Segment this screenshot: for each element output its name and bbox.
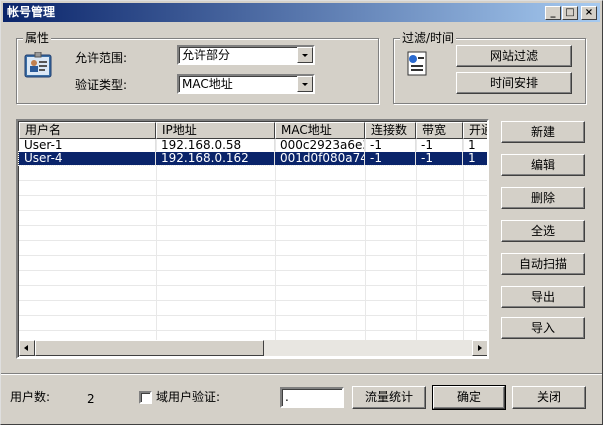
domain-auth-checkbox[interactable] [139, 391, 152, 404]
import-button[interactable]: 导入 [501, 317, 585, 339]
grid-line [19, 315, 487, 316]
grid-line [19, 165, 487, 166]
user-count-label: 用户数: [10, 390, 51, 404]
grid-line [19, 180, 487, 181]
grid-line [19, 210, 487, 211]
chevron-down-icon[interactable] [297, 47, 313, 63]
domain-auth-label: 域用户验证: [156, 390, 221, 404]
user-list[interactable]: 用户名 IP地址 MAC地址 连接数 带宽 开通 [16, 119, 489, 359]
auto-scan-button[interactable]: 自动扫描 [501, 253, 585, 275]
chevron-down-icon[interactable] [297, 76, 313, 92]
title-buttons: _ □ × [544, 6, 597, 20]
grid-line [19, 330, 487, 331]
grid-line [19, 240, 487, 241]
footer-separator [1, 373, 602, 375]
cell-ip: 192.168.0.58 [156, 139, 275, 152]
column-header-mac[interactable]: MAC地址 [275, 122, 365, 139]
scrollbar-thumb[interactable] [35, 340, 264, 356]
minimize-icon: _ [550, 7, 556, 18]
cell-enabled: 1 [463, 139, 487, 152]
grid-line [19, 195, 487, 196]
cell-username: User-4 [19, 152, 156, 165]
delete-button[interactable]: 删除 [501, 187, 585, 209]
cell-mac: 000c2923a6e3 [275, 139, 365, 152]
auth-type-select-value: MAC地址 [182, 77, 233, 91]
list-body: User-1 192.168.0.58 000c2923a6e3 -1 -1 1… [18, 139, 487, 342]
schedule-button[interactable]: 时间安排 [456, 72, 572, 94]
cell-mac: 001d0f080a74 [275, 152, 365, 165]
grid-line [19, 225, 487, 226]
auth-type-select[interactable]: MAC地址 [177, 74, 315, 94]
domain-input[interactable]: . [280, 387, 344, 408]
table-row[interactable]: User-1 192.168.0.58 000c2923a6e3 -1 -1 1 [19, 139, 487, 152]
close-icon: × [584, 7, 594, 18]
column-header-connections[interactable]: 连接数 [365, 122, 416, 139]
select-all-button[interactable]: 全选 [501, 220, 585, 242]
document-filter-icon [407, 51, 427, 76]
traffic-stats-button[interactable]: 流量统计 [352, 386, 426, 409]
new-button[interactable]: 新建 [501, 121, 585, 143]
account-management-window: 帐号管理 _ □ × 属性 允许范围: 允许部分 验证类型: MAC地址 过滤/… [0, 0, 603, 425]
filter-time-group-label: 过滤/时间 [400, 31, 457, 45]
grid-line [19, 255, 487, 256]
close-window-button[interactable]: × [581, 6, 597, 20]
column-header-enabled[interactable]: 开通 [463, 122, 487, 139]
table-row-selected[interactable]: User-4 192.168.0.162 001d0f080a74 -1 -1 … [18, 151, 487, 166]
range-label: 允许范围: [75, 51, 128, 65]
cell-bandwidth: -1 [416, 139, 463, 152]
properties-group-label: 属性 [23, 31, 52, 45]
column-header-username[interactable]: 用户名 [19, 122, 156, 139]
grid-line [19, 285, 487, 286]
website-filter-button[interactable]: 网站过滤 [456, 45, 572, 67]
export-button[interactable]: 导出 [501, 286, 585, 308]
minimize-button[interactable]: _ [545, 6, 561, 20]
edit-button[interactable]: 编辑 [501, 154, 585, 176]
maximize-button[interactable]: □ [562, 6, 578, 20]
maximize-icon: □ [565, 7, 575, 18]
scroll-right-icon[interactable] [472, 340, 487, 356]
range-select[interactable]: 允许部分 [177, 45, 315, 65]
column-header-ip[interactable]: IP地址 [156, 122, 275, 139]
auth-type-label: 验证类型: [75, 78, 128, 92]
column-header-bandwidth[interactable]: 带宽 [416, 122, 463, 139]
grid-line [19, 300, 487, 301]
user-count-value: 2 [87, 392, 95, 406]
close-button[interactable]: 关闭 [512, 386, 586, 409]
range-select-value: 允许部分 [182, 48, 231, 62]
cell-bandwidth: -1 [416, 152, 463, 165]
cell-connections: -1 [365, 139, 416, 152]
cell-connections: -1 [365, 152, 416, 165]
grid-line [19, 270, 487, 271]
title-bar[interactable]: 帐号管理 _ □ × [3, 3, 600, 22]
window-title: 帐号管理 [7, 5, 56, 19]
ok-button[interactable]: 确定 [432, 385, 506, 410]
cell-username: User-1 [19, 139, 156, 152]
scroll-left-icon[interactable] [19, 340, 35, 356]
horizontal-scrollbar[interactable] [19, 340, 487, 356]
user-card-icon [24, 52, 52, 78]
cell-enabled: 1 [463, 152, 487, 165]
cell-ip: 192.168.0.162 [156, 152, 275, 165]
list-header: 用户名 IP地址 MAC地址 连接数 带宽 开通 [19, 122, 487, 139]
